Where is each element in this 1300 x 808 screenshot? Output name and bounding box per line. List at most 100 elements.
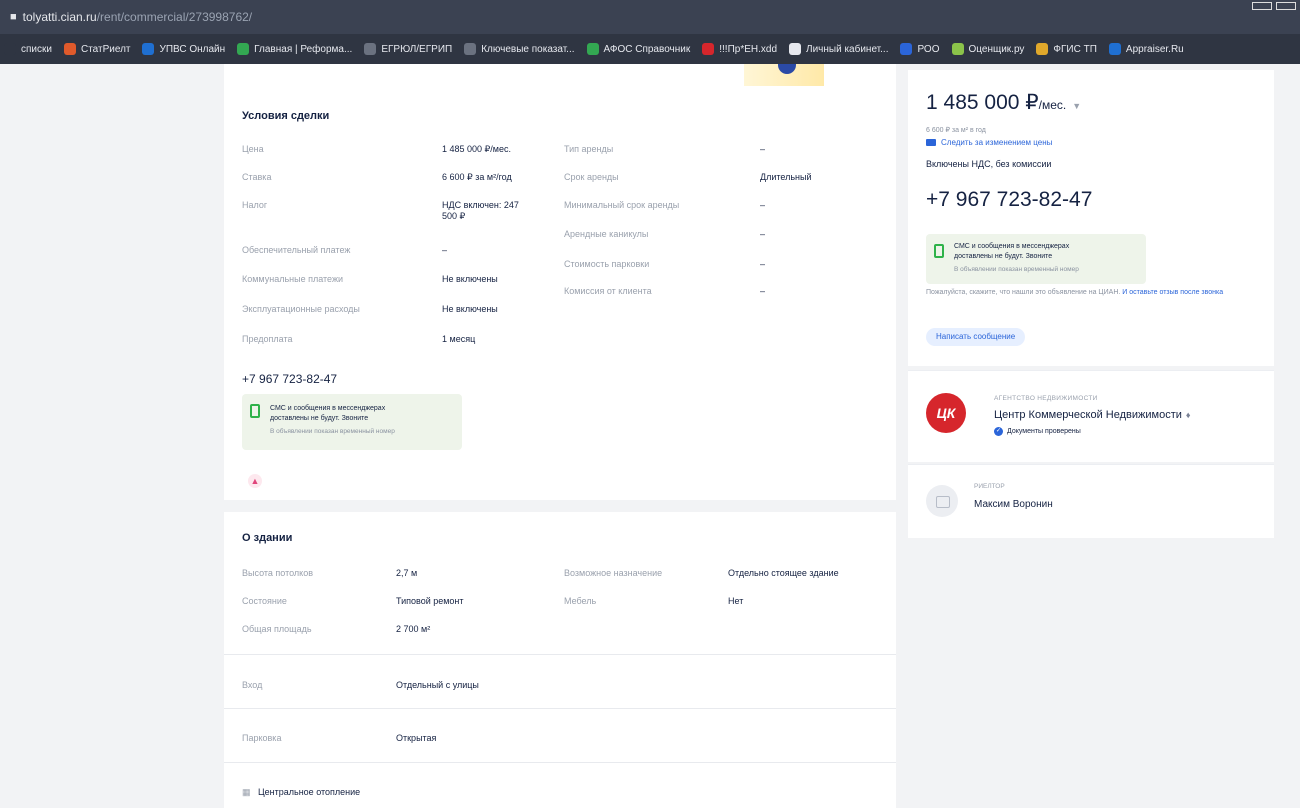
window-controls — [1252, 2, 1296, 10]
bookmark-label: Личный кабинет... — [806, 43, 889, 55]
divider — [224, 762, 896, 763]
sms-notice: СМС и сообщения в мессенджерах доставлен… — [242, 394, 462, 450]
bookmark-label: Appraiser.Ru — [1125, 43, 1184, 55]
realtor-name[interactable]: Максим Воронин — [974, 499, 1053, 510]
bookmark-icon — [1036, 43, 1049, 55]
bookmark-item[interactable]: ЕГРЮЛ/ЕГРИП — [364, 43, 452, 55]
maximize-icon[interactable] — [1276, 2, 1296, 10]
deal-value: – — [760, 286, 766, 296]
deal-label: Стоимость парковки — [564, 259, 650, 269]
sidebar-sms-notice: СМС и сообщения в мессенджерах доставлен… — [926, 234, 1146, 284]
building-label: Мебель — [564, 596, 597, 606]
bookmark-label: Главная | Реформа... — [254, 43, 353, 55]
deal-value: 1 месяц — [442, 334, 476, 344]
verified-label: Документы проверены — [1007, 428, 1081, 435]
price-main: 1 485 000 ₽/мес. ▼ — [926, 90, 1081, 115]
url-text[interactable]: tolyatti.cian.ru/rent/commercial/2739987… — [23, 10, 252, 24]
banner-fragment — [744, 64, 824, 86]
bookmark-label: ЕГРЮЛ/ЕГРИП — [381, 43, 453, 55]
track-price-label: Следить за изменением цены — [941, 138, 1053, 147]
deal-value: НДС включен: 247 500 ₽ — [442, 200, 519, 221]
sidebar-phone[interactable]: +7 967 723-82-47 — [926, 188, 1092, 212]
bookmark-label: списки — [21, 43, 52, 55]
deal-value: Длительный — [760, 172, 812, 182]
parking-label: Парковка — [242, 733, 282, 743]
deal-label: Налог — [242, 200, 268, 210]
deal-conditions-card: Условия сделки Цена 1 485 000 ₽/мес. Ста… — [224, 64, 896, 500]
building-value: 2 700 м² — [396, 624, 431, 634]
parking-value: Открытая — [396, 733, 437, 743]
deal-value: – — [760, 259, 766, 269]
sms-notice-line: доставлены не будут. Звоните — [954, 253, 1053, 260]
deal-label: Предоплата — [242, 334, 293, 344]
bookmark-label: СтатРиелт — [80, 43, 131, 55]
price-value: 1 485 000 ₽ — [926, 91, 1039, 114]
bookmark-icon — [63, 43, 76, 55]
listing-page: Условия сделки Цена 1 485 000 ₽/мес. Ста… — [0, 64, 1300, 808]
agency-type: АГЕНТСТВО НЕДВИЖИМОСТИ — [994, 395, 1098, 402]
bookmark-icon — [702, 43, 715, 55]
sms-notice-line: СМС и сообщения в мессенджерах — [270, 405, 386, 412]
bookmark-icon — [237, 43, 250, 55]
bookmark-item[interactable]: Appraiser.Ru — [1108, 43, 1184, 55]
deal-label: Цена — [242, 144, 264, 154]
chevron-down-icon[interactable]: ▼ — [1072, 101, 1081, 111]
bookmark-item[interactable]: списки — [4, 43, 52, 55]
bookmark-icon — [900, 43, 913, 55]
bookmark-item[interactable]: УПВС Онлайн — [142, 43, 225, 55]
deal-value: Не включены — [442, 304, 498, 314]
phone-icon — [934, 244, 944, 258]
sms-notice-hint: В объявлении показан временный номер — [954, 266, 1079, 273]
deal-label: Тип аренды — [564, 144, 614, 154]
bookmark-item[interactable]: Главная | Реформа... — [237, 43, 352, 55]
bookmark-icon — [364, 43, 377, 55]
price-unit: /мес. — [1038, 98, 1067, 112]
building-value: Отдельно стоящее здание — [728, 568, 839, 578]
realtor-card[interactable]: РИЕЛТОР Максим Воронин — [908, 464, 1274, 538]
agency-name-text: Центр Коммерческой Недвижимости — [994, 409, 1182, 421]
building-label: Высота потолков — [242, 568, 313, 578]
bookmark-item[interactable]: СтатРиелт — [63, 43, 131, 55]
bookmarks-bar: списки СтатРиелт УПВС Онлайн Главная | Рефо… — [0, 34, 1300, 64]
track-price-link[interactable]: Следить за изменением цены — [926, 138, 1052, 147]
deal-label: Эксплуатационные расходы — [242, 304, 360, 314]
bookmark-icon — [951, 43, 964, 55]
deal-label: Обеспечительный платеж — [242, 245, 351, 255]
envelope-icon — [926, 139, 936, 146]
bookmark-icon — [1108, 43, 1121, 55]
building-title: О здании — [242, 532, 293, 544]
divider — [224, 708, 896, 709]
phone-number[interactable]: +7 967 723-82-47 — [242, 372, 337, 386]
bookmark-item[interactable]: АФОС Справочник — [586, 43, 690, 55]
bookmark-item[interactable]: Оценщик.ру — [951, 43, 1024, 55]
minimize-icon[interactable] — [1252, 2, 1272, 10]
sms-notice-line: доставлены не будут. Звоните — [270, 415, 369, 422]
write-message-button[interactable]: Написать сообщение — [926, 328, 1026, 346]
agency-card[interactable]: ЦК АГЕНТСТВО НЕДВИЖИМОСТИ Центр Коммерче… — [908, 370, 1274, 462]
price-per-meter: 6 600 ₽ за м² в год — [926, 127, 986, 134]
bookmark-item[interactable]: Ключевые показат... — [464, 43, 575, 55]
bookmark-item[interactable]: Личный кабинет... — [789, 43, 888, 55]
check-icon: ✓ — [994, 427, 1003, 436]
bookmark-item[interactable]: !!!Пр*ЕН.xdd — [702, 43, 777, 55]
building-label: Возможное назначение — [564, 568, 663, 578]
agency-name[interactable]: Центр Коммерческой Недвижимости ♦ — [994, 409, 1190, 421]
address-bar[interactable]: ■ tolyatti.cian.ru/rent/commercial/27399… — [0, 0, 1300, 34]
vat-info: Включены НДС, без комиссии — [926, 159, 1052, 169]
bookmark-label: ФГИС ТП — [1053, 43, 1097, 55]
price-card: 1 485 000 ₽/мес. ▼ 6 600 ₽ за м² в год Сл… — [908, 70, 1274, 366]
bookmark-item[interactable]: ФГИС ТП — [1036, 43, 1097, 55]
bookmark-icon — [142, 43, 155, 55]
leave-review-link[interactable]: И оставьте отзыв после звонка — [1122, 289, 1223, 296]
bookmark-item[interactable]: РОО — [900, 43, 940, 55]
deal-label: Комиссия от клиента — [564, 286, 652, 296]
sms-notice-hint: В объявлении показан временный номер — [270, 428, 395, 435]
avatar — [926, 485, 958, 517]
deal-title: Условия сделки — [242, 110, 330, 122]
bookmark-label: !!!Пр*ЕН.xdd — [719, 43, 778, 55]
shield-icon: ♦ — [1185, 410, 1191, 420]
report-icon[interactable]: ▲ — [248, 474, 262, 488]
radiator-icon: ▦ — [242, 787, 251, 797]
building-value: 2,7 м — [396, 568, 418, 578]
deal-label: Срок аренды — [564, 172, 619, 182]
